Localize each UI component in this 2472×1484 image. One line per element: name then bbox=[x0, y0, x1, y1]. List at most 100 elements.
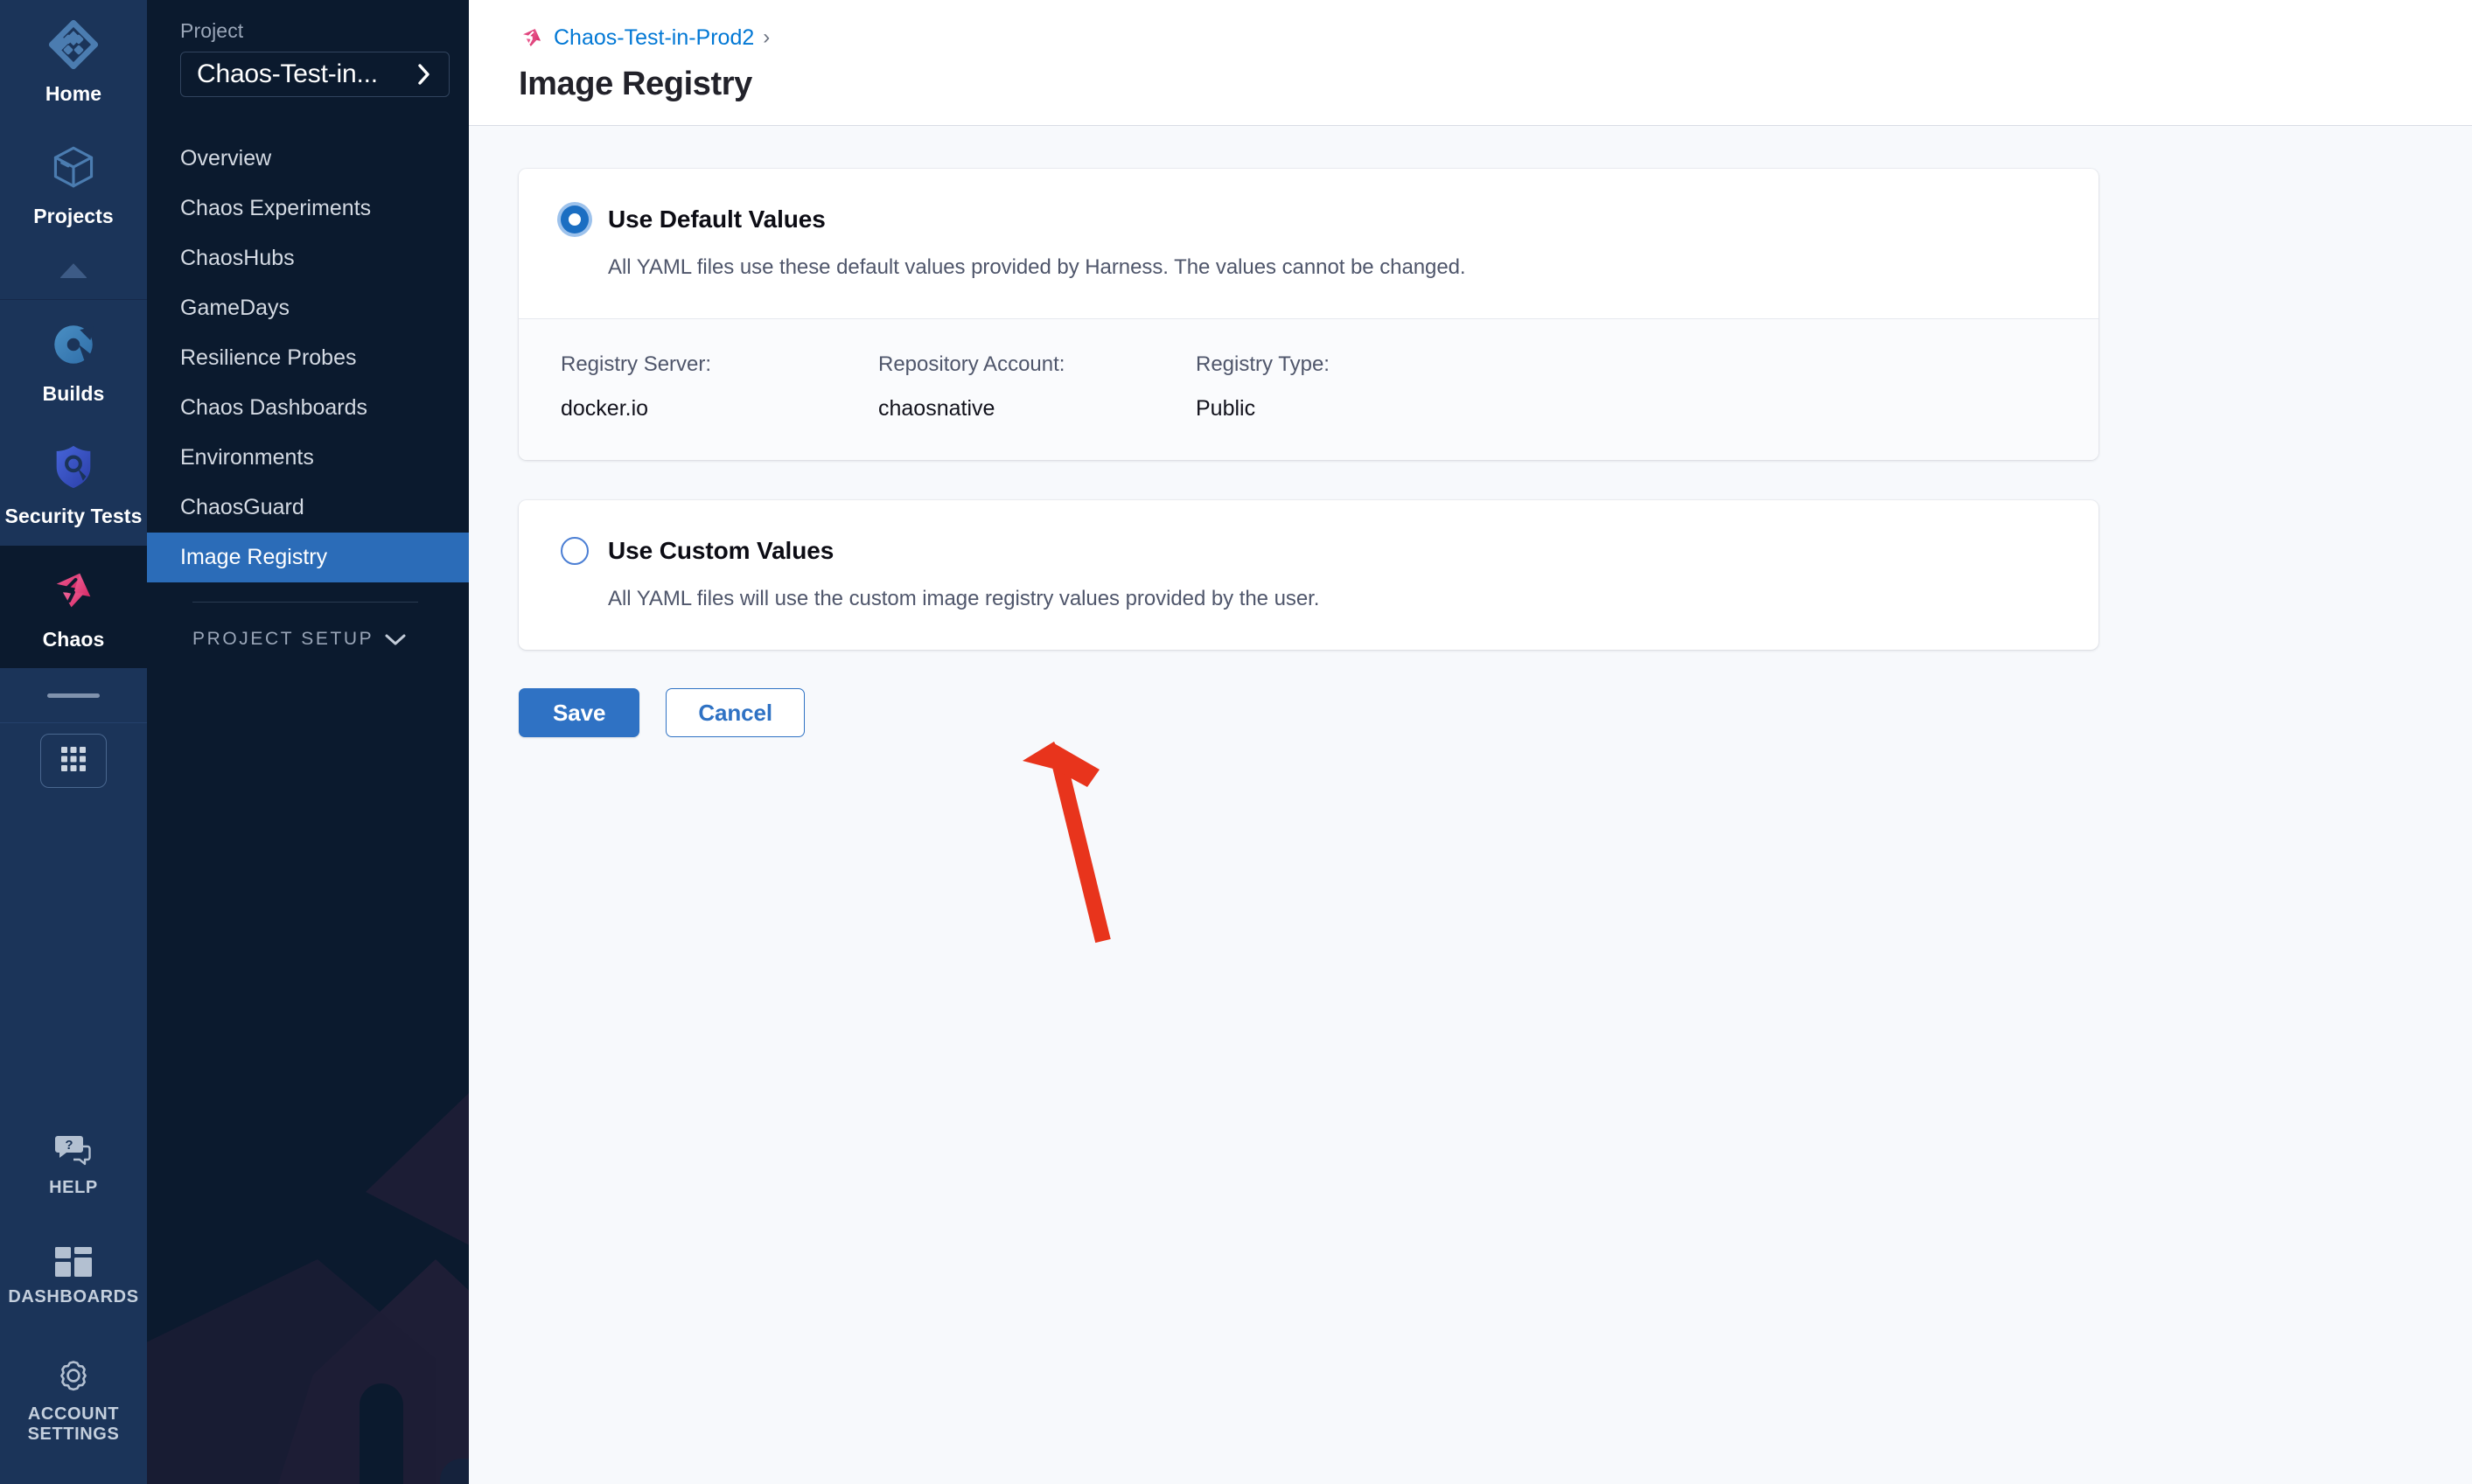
rail-bottom-items: ? HELP DASHBOARDS ACCOUNT SETTINGS bbox=[0, 1106, 147, 1484]
builds-circle-icon bbox=[48, 319, 99, 370]
sidebar-item-chaoshubs[interactable]: ChaosHubs bbox=[147, 233, 469, 283]
radio-use-default-values[interactable] bbox=[561, 206, 589, 233]
sidebar-item-image-registry[interactable]: Image Registry bbox=[147, 533, 469, 582]
main-content: Chaos-Test-in-Prod2 › Image Registry Use… bbox=[469, 0, 2472, 1484]
default-values-radio-line: Use Default Values bbox=[561, 206, 2098, 233]
rail-drag-handle[interactable] bbox=[0, 668, 147, 724]
rail-collapse-button[interactable] bbox=[0, 246, 147, 300]
sidebar-item-gamedays[interactable]: GameDays bbox=[147, 283, 469, 333]
repository-account-value: chaosnative bbox=[878, 396, 995, 421]
registry-type-field: Registry Type: Public bbox=[1196, 352, 1513, 422]
rail-item-builds[interactable]: Builds bbox=[0, 300, 147, 422]
breadcrumb-project-link[interactable]: Chaos-Test-in-Prod2 bbox=[554, 25, 754, 51]
help-chat-icon: ? bbox=[54, 1132, 93, 1167]
dashboards-grid-icon bbox=[55, 1247, 92, 1278]
sidebar-item-label: ChaosGuard bbox=[180, 495, 304, 519]
registry-type-value: Public bbox=[1196, 396, 1256, 421]
sidebar-project-setup-toggle[interactable]: PROJECT SETUP bbox=[147, 603, 469, 650]
rail-item-projects[interactable]: Projects bbox=[0, 122, 147, 245]
rail-item-label: Projects bbox=[33, 205, 114, 228]
sidebar-item-chaosguard[interactable]: ChaosGuard bbox=[147, 483, 469, 533]
sidebar-content: Project Chaos-Test-in... Overview Chaos … bbox=[147, 0, 469, 650]
rail-apps-wrapper bbox=[0, 723, 147, 789]
rail-item-label: Security Tests bbox=[4, 505, 143, 528]
left-icon-rail: Home Projects Builds Security Tests Chao… bbox=[0, 0, 147, 1484]
gear-icon bbox=[55, 1357, 92, 1394]
default-values-detail-row: Registry Server: docker.io Repository Ac… bbox=[519, 319, 2098, 460]
sidebar-item-chaos-experiments[interactable]: Chaos Experiments bbox=[147, 184, 469, 233]
sidebar-item-chaos-dashboards[interactable]: Chaos Dashboards bbox=[147, 383, 469, 433]
apps-grid-icon bbox=[59, 744, 88, 778]
sidebar-item-label: ChaosHubs bbox=[180, 246, 295, 270]
shield-icon bbox=[48, 442, 99, 492]
cancel-button[interactable]: Cancel bbox=[666, 688, 805, 737]
default-values-description: All YAML files use these default values … bbox=[608, 255, 1466, 279]
rail-item-label: DASHBOARDS bbox=[8, 1287, 139, 1307]
rail-primary-items: Home Projects Builds Security Tests Chao… bbox=[0, 0, 147, 789]
chaos-icon bbox=[48, 565, 99, 616]
app-root: Home Projects Builds Security Tests Chao… bbox=[0, 0, 2472, 1484]
chevron-right-icon bbox=[415, 61, 433, 87]
rail-item-label: Chaos bbox=[42, 627, 105, 651]
default-values-radio-row: Use Default Values All YAML files use th… bbox=[519, 169, 2098, 318]
apps-launcher-button[interactable] bbox=[40, 734, 107, 789]
rail-item-label: HELP bbox=[49, 1177, 98, 1197]
repository-account-label: Repository Account: bbox=[878, 352, 1065, 376]
rail-spacer bbox=[0, 788, 147, 1105]
sidebar-item-label: GameDays bbox=[180, 296, 290, 320]
project-selector-value: Chaos-Test-in... bbox=[197, 59, 378, 88]
repository-account-field: Repository Account: chaosnative bbox=[878, 352, 1196, 422]
rail-item-dashboards[interactable]: DASHBOARDS bbox=[0, 1221, 147, 1331]
save-button[interactable]: Save bbox=[519, 688, 640, 737]
rail-item-label: Home bbox=[45, 82, 102, 105]
rail-item-chaos[interactable]: Chaos bbox=[0, 545, 147, 669]
sidebar-project-setup-label: PROJECT SETUP bbox=[192, 629, 374, 649]
projects-cube-icon bbox=[48, 142, 99, 192]
sidebar-item-label: Chaos Dashboards bbox=[180, 395, 368, 420]
use-custom-values-card: Use Custom Values All YAML files will us… bbox=[519, 500, 2098, 650]
sidebar-item-resilience-probes[interactable]: Resilience Probes bbox=[147, 333, 469, 383]
sidebar-item-label: Image Registry bbox=[180, 545, 328, 569]
sidebar-item-overview[interactable]: Overview bbox=[147, 134, 469, 184]
rail-item-security-tests[interactable]: Security Tests bbox=[0, 422, 147, 545]
rail-item-account-settings[interactable]: ACCOUNT SETTINGS bbox=[0, 1331, 147, 1468]
radio-use-custom-values[interactable] bbox=[561, 537, 589, 565]
sidebar-item-label: Environments bbox=[180, 445, 314, 470]
registry-type-label: Registry Type: bbox=[1196, 352, 1330, 376]
registry-server-value: docker.io bbox=[561, 396, 649, 421]
rail-item-home[interactable]: Home bbox=[0, 0, 147, 122]
action-buttons: Save Cancel bbox=[519, 688, 2472, 737]
registry-server-field: Registry Server: docker.io bbox=[561, 352, 878, 422]
sidebar-nav: Overview Chaos Experiments ChaosHubs Gam… bbox=[147, 134, 469, 582]
rail-item-help[interactable]: ? HELP bbox=[0, 1106, 147, 1222]
custom-values-radio-row: Use Custom Values All YAML files will us… bbox=[519, 500, 2098, 650]
use-default-values-card: Use Default Values All YAML files use th… bbox=[519, 169, 2098, 460]
sidebar-item-label: Overview bbox=[180, 146, 272, 171]
project-label: Project bbox=[180, 19, 244, 42]
sidebar-item-environments[interactable]: Environments bbox=[147, 433, 469, 483]
custom-values-radio-line: Use Custom Values bbox=[561, 537, 2098, 565]
custom-values-label: Use Custom Values bbox=[608, 537, 834, 564]
breadcrumb-separator: › bbox=[763, 25, 771, 49]
rail-item-label: ACCOUNT SETTINGS bbox=[27, 1404, 120, 1445]
default-values-label: Use Default Values bbox=[608, 206, 826, 233]
settings-content: Use Default Values All YAML files use th… bbox=[469, 126, 2472, 737]
cards-gap bbox=[519, 460, 2472, 500]
home-diamond-icon bbox=[48, 19, 99, 70]
rail-item-label: Builds bbox=[42, 381, 105, 405]
chaos-icon bbox=[519, 24, 545, 51]
page-header: Chaos-Test-in-Prod2 › Image Registry bbox=[469, 0, 2472, 126]
sidebar-item-label: Resilience Probes bbox=[180, 345, 357, 370]
svg-text:?: ? bbox=[65, 1138, 73, 1153]
breadcrumb: Chaos-Test-in-Prod2 › bbox=[519, 21, 2472, 54]
chevron-down-icon bbox=[383, 631, 408, 647]
sidebar-item-label: Chaos Experiments bbox=[180, 196, 372, 220]
collapse-up-triangle-icon bbox=[59, 261, 88, 283]
annotation-arrow bbox=[1023, 742, 1111, 944]
project-selector[interactable]: Chaos-Test-in... bbox=[180, 52, 450, 97]
rail-handle-bar bbox=[47, 693, 100, 698]
registry-server-label: Registry Server: bbox=[561, 352, 712, 376]
project-sidebar: Project Chaos-Test-in... Overview Chaos … bbox=[147, 0, 469, 1484]
custom-values-description: All YAML files will use the custom image… bbox=[608, 587, 1320, 610]
page-title: Image Registry bbox=[519, 66, 752, 102]
